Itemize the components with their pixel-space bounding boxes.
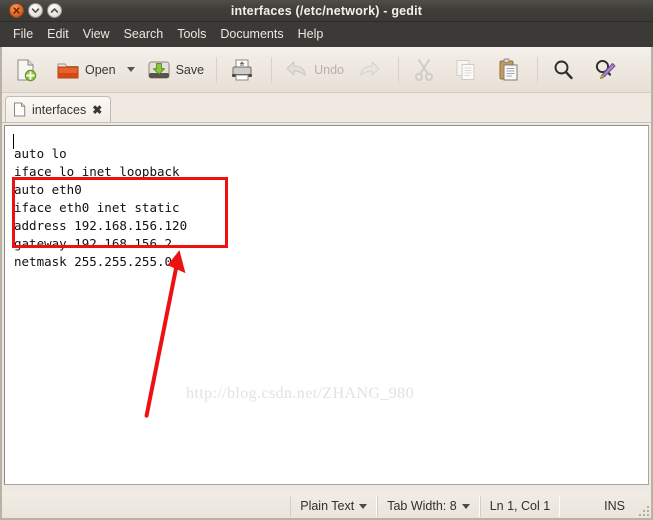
tab-interfaces[interactable]: interfaces ✖ bbox=[5, 96, 112, 122]
menu-help[interactable]: Help bbox=[291, 24, 331, 45]
menu-edit[interactable]: Edit bbox=[40, 24, 76, 45]
toolbar-separator bbox=[271, 56, 273, 83]
menu-file[interactable]: File bbox=[6, 24, 40, 45]
watermark-text: http://blog.csdn.net/ZHANG_980 bbox=[186, 385, 414, 402]
open-folder-icon bbox=[57, 63, 79, 78]
window-frame-left bbox=[0, 47, 2, 520]
search-icon bbox=[554, 60, 573, 79]
copy-pages-icon bbox=[456, 59, 475, 80]
toolbar-separator bbox=[397, 56, 399, 83]
toolbar-separator bbox=[216, 56, 218, 83]
window-title: interfaces (/etc/network) - gedit bbox=[230, 4, 423, 18]
chevron-down-icon bbox=[359, 503, 368, 509]
new-document-icon bbox=[17, 59, 37, 81]
save-button[interactable]: Save bbox=[141, 52, 210, 88]
chevron-down-icon bbox=[461, 503, 470, 509]
open-dropdown-arrow-icon[interactable] bbox=[126, 67, 135, 72]
tab-width-selector[interactable]: Tab Width: 8 bbox=[377, 495, 480, 517]
window-controls bbox=[9, 3, 62, 18]
open-label: Open bbox=[85, 62, 116, 77]
printer-icon bbox=[232, 59, 253, 80]
maximize-button[interactable] bbox=[47, 3, 62, 18]
menu-view[interactable]: View bbox=[76, 24, 117, 45]
menubar: File Edit View Search Tools Documents He… bbox=[0, 22, 653, 47]
tab-width-label: Tab Width: 8 bbox=[387, 499, 457, 513]
insert-mode-indicator: INS bbox=[604, 499, 625, 513]
titlebar: interfaces (/etc/network) - gedit bbox=[0, 0, 653, 22]
close-button[interactable] bbox=[9, 3, 24, 18]
chevron-up-icon bbox=[50, 8, 59, 13]
tab-close-icon[interactable]: ✖ bbox=[92, 104, 102, 116]
chevron-down-icon bbox=[31, 8, 40, 14]
copy-button[interactable] bbox=[448, 52, 488, 88]
language-selector[interactable]: Plain Text bbox=[290, 495, 378, 517]
scissors-icon bbox=[414, 58, 433, 81]
tabbar: interfaces ✖ bbox=[0, 93, 653, 123]
text-editor-area[interactable]: auto lo iface lo inet loopback auto eth0… bbox=[4, 125, 649, 485]
cursor-position: Ln 1, Col 1 bbox=[479, 495, 561, 517]
resize-grip-icon[interactable] bbox=[637, 504, 651, 518]
save-disk-icon bbox=[148, 61, 170, 78]
undo-button[interactable]: Undo bbox=[279, 52, 349, 88]
annotation-highlight-rectangle bbox=[12, 177, 228, 248]
replace-button[interactable] bbox=[587, 52, 627, 88]
statusbar: Plain Text Tab Width: 8 Ln 1, Col 1 INS bbox=[0, 492, 653, 520]
redo-button[interactable] bbox=[351, 52, 391, 88]
tab-label: interfaces bbox=[32, 102, 87, 117]
find-button[interactable] bbox=[545, 52, 585, 88]
save-label: Save bbox=[175, 62, 205, 77]
menu-documents[interactable]: Documents bbox=[213, 24, 290, 45]
print-button[interactable] bbox=[224, 52, 264, 88]
paste-button[interactable] bbox=[490, 52, 530, 88]
toolbar: Open Save Undo bbox=[0, 47, 653, 93]
cursor-position-label: Ln 1, Col 1 bbox=[489, 499, 551, 513]
redo-arrow-icon bbox=[360, 61, 380, 75]
gedit-window: interfaces (/etc/network) - gedit File E… bbox=[0, 0, 653, 520]
undo-arrow-icon bbox=[286, 61, 306, 75]
minimize-button[interactable] bbox=[28, 3, 43, 18]
clipboard-paste-icon bbox=[499, 58, 518, 80]
menu-tools[interactable]: Tools bbox=[170, 24, 213, 45]
toolbar-separator bbox=[536, 56, 538, 83]
document-icon bbox=[14, 102, 26, 117]
close-icon bbox=[13, 7, 20, 14]
menu-search[interactable]: Search bbox=[117, 24, 171, 45]
language-label: Plain Text bbox=[300, 499, 355, 513]
search-replace-icon bbox=[595, 59, 616, 79]
cut-button[interactable] bbox=[406, 52, 446, 88]
new-document-button[interactable] bbox=[8, 52, 48, 88]
open-button[interactable]: Open bbox=[50, 52, 121, 88]
undo-label: Undo bbox=[314, 62, 344, 77]
